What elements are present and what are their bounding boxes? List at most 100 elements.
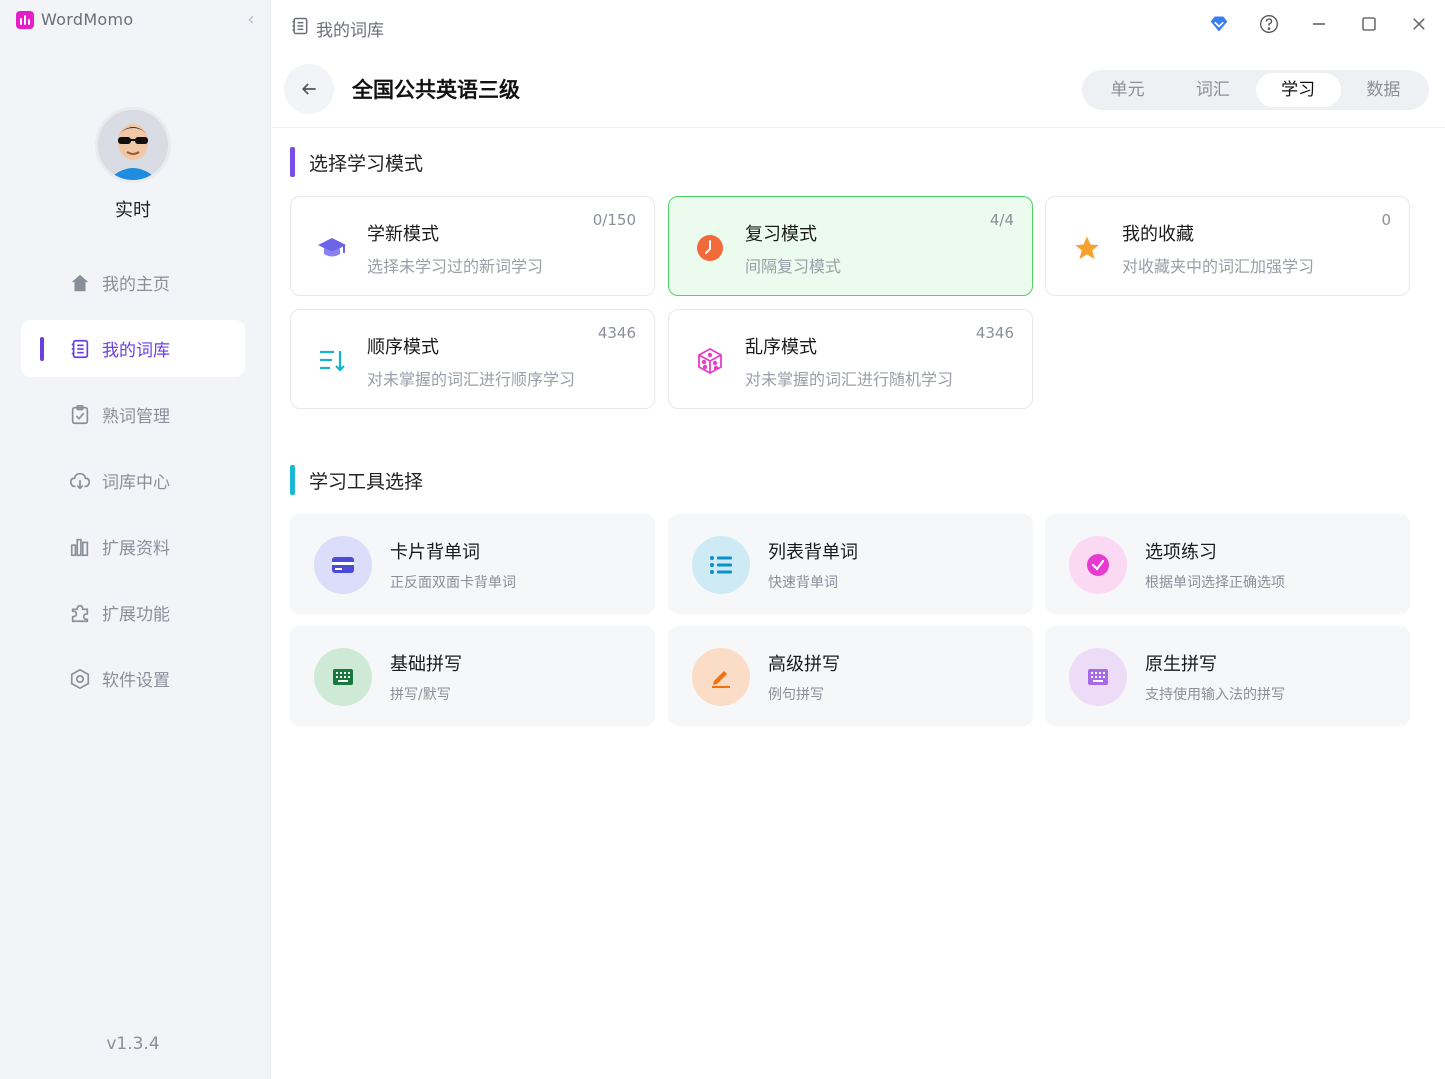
- tool-title: 卡片背单词: [390, 542, 480, 563]
- close-icon[interactable]: [1403, 10, 1435, 38]
- section-title-text: 学习工具选择: [309, 470, 424, 493]
- mode-title: 我的收藏: [1122, 224, 1194, 245]
- tool-card-choice-practice[interactable]: 选项练习 根据单词选择正确选项: [1045, 514, 1410, 614]
- home-icon: [68, 271, 92, 295]
- keyboard-alt-icon: [1069, 648, 1127, 706]
- page-header: 全国公共英语三级 单元 词汇 学习 数据: [272, 56, 1445, 128]
- mode-count: 0/150: [592, 211, 636, 229]
- section-title-tools: 学习工具选择: [290, 465, 423, 495]
- window-controls: [1203, 10, 1435, 38]
- tool-subtitle: 正反面双面卡背单词: [390, 575, 516, 591]
- sidebar: WordMomo ‹ 实时 我的主页 我的词库 熟词管理 词库中心 扩展资料 扩…: [0, 0, 271, 1079]
- tool-title: 列表背单词: [768, 542, 858, 563]
- tab-vocabulary[interactable]: 词汇: [1170, 73, 1255, 107]
- settings-hexagon-icon: [68, 667, 92, 691]
- app-version: v1.3.4: [106, 1034, 160, 1054]
- title-bar: 我的词库: [272, 0, 1445, 56]
- card-icon: [314, 536, 372, 594]
- sidebar-item-label: 扩展资料: [102, 539, 170, 559]
- tool-card-native-spelling[interactable]: 原生拼写 支持使用输入法的拼写: [1045, 626, 1410, 726]
- mode-card-random[interactable]: 乱序模式 对未掌握的词汇进行随机学习 4346: [668, 309, 1033, 409]
- section-bar: [290, 465, 295, 495]
- books-icon: [68, 535, 92, 559]
- sidebar-item-label: 词库中心: [102, 473, 170, 493]
- minimize-icon[interactable]: [1303, 10, 1335, 38]
- mode-title: 学新模式: [367, 224, 439, 245]
- app-name: WordMomo: [41, 10, 134, 29]
- tool-subtitle: 支持使用输入法的拼写: [1145, 687, 1285, 703]
- star-icon: [1072, 233, 1102, 263]
- check-circle-icon: [1069, 536, 1127, 594]
- avatar[interactable]: [95, 107, 171, 183]
- tool-subtitle: 根据单词选择正确选项: [1145, 575, 1285, 591]
- mode-title: 乱序模式: [745, 337, 817, 358]
- tab-data[interactable]: 数据: [1341, 73, 1426, 107]
- notebook-icon: [290, 16, 310, 41]
- sort-icon: [317, 346, 347, 376]
- sidebar-item-extensions[interactable]: 扩展功能: [21, 584, 245, 641]
- list-icon: [692, 536, 750, 594]
- mode-subtitle: 对未掌握的词汇进行顺序学习: [367, 370, 576, 389]
- vip-diamond-icon[interactable]: [1203, 10, 1235, 38]
- section-title-text: 选择学习模式: [309, 152, 424, 175]
- app-title: WordMomo: [16, 10, 134, 29]
- keyboard-icon: [314, 648, 372, 706]
- notebook-icon: [68, 337, 92, 361]
- tab-unit[interactable]: 单元: [1085, 73, 1170, 107]
- breadcrumb: 我的词库: [290, 16, 384, 41]
- sidebar-item-settings[interactable]: 软件设置: [21, 650, 245, 707]
- sidebar-item-wordbank-center[interactable]: 词库中心: [21, 452, 245, 509]
- tool-card-basic-spelling[interactable]: 基础拼写 拼写/默写: [290, 626, 655, 726]
- tool-subtitle: 快速背单词: [768, 575, 838, 591]
- clipboard-check-icon: [68, 403, 92, 427]
- pencil-icon: [692, 648, 750, 706]
- tab-study[interactable]: 学习: [1255, 73, 1341, 107]
- tool-title: 高级拼写: [768, 654, 840, 675]
- help-icon[interactable]: [1253, 10, 1285, 38]
- back-button[interactable]: [284, 64, 334, 114]
- mode-title: 复习模式: [745, 224, 817, 245]
- mode-subtitle: 间隔复习模式: [745, 257, 842, 276]
- mode-subtitle: 对收藏夹中的词汇加强学习: [1122, 257, 1315, 276]
- tool-title: 选项练习: [1145, 542, 1217, 563]
- sidebar-item-label: 软件设置: [102, 671, 170, 691]
- mode-card-sequential[interactable]: 顺序模式 对未掌握的词汇进行顺序学习 4346: [290, 309, 655, 409]
- sidebar-item-my-wordbank[interactable]: 我的词库: [21, 320, 245, 377]
- section-title-modes: 选择学习模式: [290, 147, 423, 177]
- mode-count: 4346: [597, 324, 636, 342]
- mode-count: 4346: [975, 324, 1014, 342]
- cloud-download-icon: [68, 469, 92, 493]
- sidebar-item-label: 我的词库: [102, 341, 170, 361]
- tool-card-flashcards[interactable]: 卡片背单词 正反面双面卡背单词: [290, 514, 655, 614]
- username: 实时: [115, 200, 151, 221]
- mode-count: 4/4: [989, 211, 1014, 229]
- graduation-cap-icon: [317, 233, 347, 263]
- mode-card-new[interactable]: 学新模式 选择未学习过的新词学习 0/150: [290, 196, 655, 296]
- tool-card-list[interactable]: 列表背单词 快速背单词: [668, 514, 1033, 614]
- tab-switcher: 单元 词汇 学习 数据: [1082, 70, 1429, 110]
- mode-card-favorites[interactable]: 我的收藏 对收藏夹中的词汇加强学习 0: [1045, 196, 1410, 296]
- tool-title: 原生拼写: [1145, 654, 1217, 675]
- sidebar-item-known-words[interactable]: 熟词管理: [21, 386, 245, 443]
- sidebar-item-home[interactable]: 我的主页: [21, 254, 245, 311]
- tool-subtitle: 拼写/默写: [390, 687, 451, 703]
- sidebar-item-label: 熟词管理: [102, 407, 170, 427]
- maximize-icon[interactable]: [1353, 10, 1385, 38]
- sidebar-item-label: 扩展功能: [102, 605, 170, 625]
- sidebar-item-label: 我的主页: [102, 275, 170, 295]
- puzzle-icon: [68, 601, 92, 625]
- sidebar-item-extra-materials[interactable]: 扩展资料: [21, 518, 245, 575]
- tool-title: 基础拼写: [390, 654, 462, 675]
- collapse-sidebar-icon[interactable]: ‹: [241, 10, 261, 30]
- mode-subtitle: 对未掌握的词汇进行随机学习: [745, 370, 954, 389]
- sidebar-nav: 我的主页 我的词库 熟词管理 词库中心 扩展资料 扩展功能 软件设置: [21, 254, 245, 716]
- section-bar: [290, 147, 295, 177]
- mode-title: 顺序模式: [367, 337, 439, 358]
- tool-subtitle: 例句拼写: [768, 687, 824, 703]
- clock-icon: [695, 233, 725, 263]
- tool-card-advanced-spelling[interactable]: 高级拼写 例句拼写: [668, 626, 1033, 726]
- mode-subtitle: 选择未学习过的新词学习: [367, 257, 544, 276]
- page-title: 全国公共英语三级: [352, 78, 520, 102]
- breadcrumb-label: 我的词库: [316, 21, 384, 41]
- mode-card-review[interactable]: 复习模式 间隔复习模式 4/4: [668, 196, 1033, 296]
